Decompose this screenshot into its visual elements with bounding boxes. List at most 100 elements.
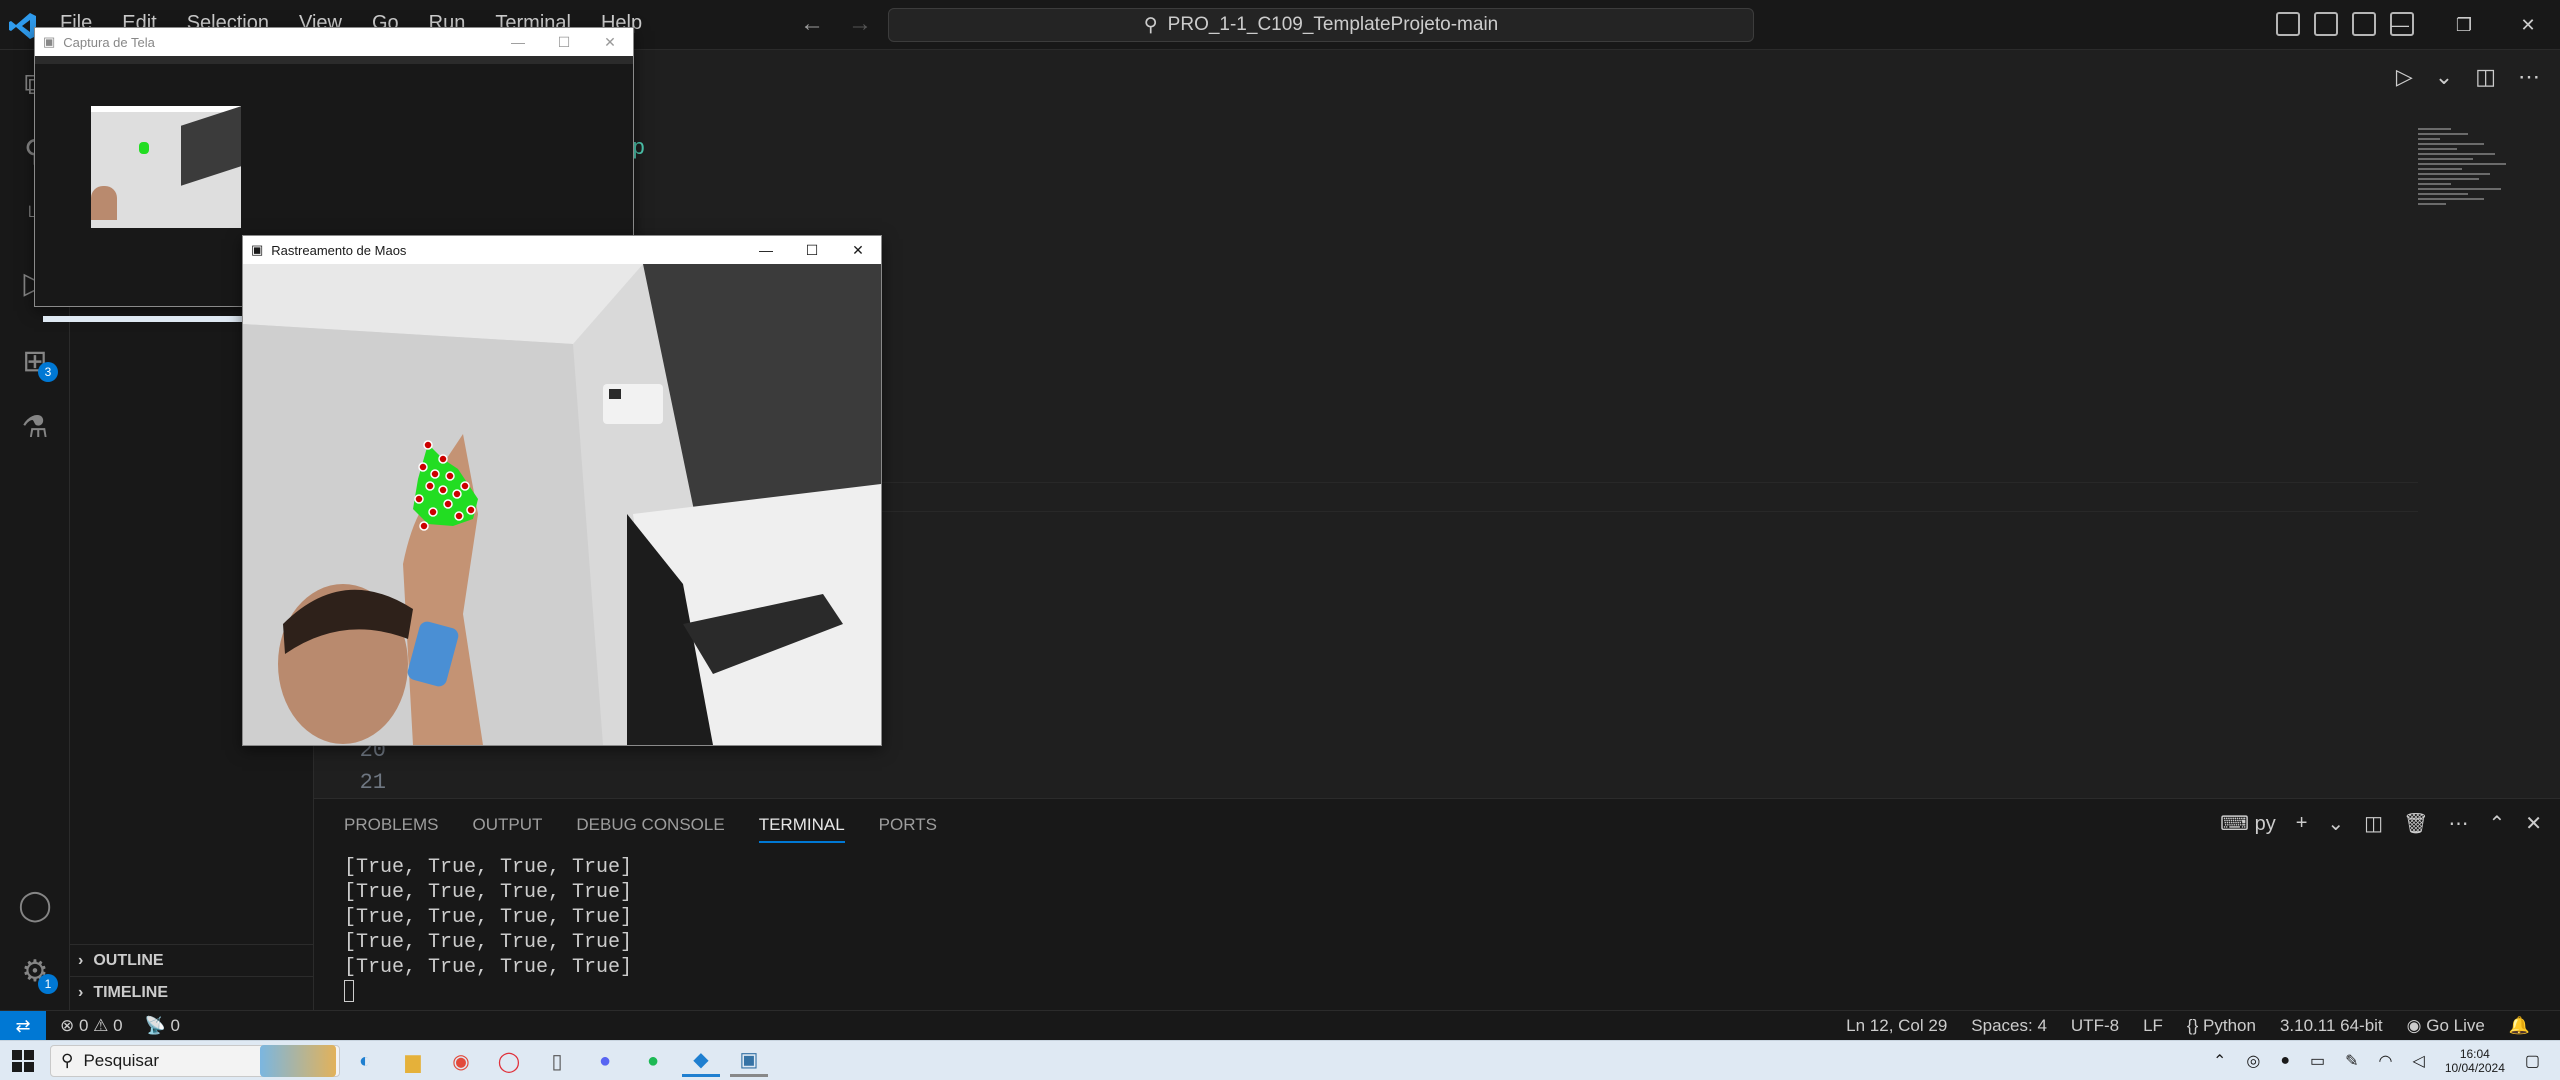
landmark-point xyxy=(414,494,424,504)
weather-widget[interactable] xyxy=(260,1045,336,1077)
system-tray: ⌃ ◎ ● ▭ ✎ ◠ ◁ 16:04 10/04/2024 ▢ xyxy=(2213,1047,2540,1075)
close-icon[interactable]: ✕ xyxy=(2496,0,2560,50)
status-bar: ⇄ ⊗ 0 ⚠ 0 📡 0 Ln 12, Col 29 Spaces: 4 UT… xyxy=(0,1010,2560,1041)
opera-icon[interactable]: ◯ xyxy=(490,1045,528,1077)
outline-section[interactable]: › OUTLINE xyxy=(70,944,314,976)
landmark-point xyxy=(419,521,429,531)
spotify-icon[interactable]: ● xyxy=(634,1045,672,1077)
broadcast-icon: ◉ xyxy=(2406,1016,2427,1035)
window-controls: — ❐ ✕ xyxy=(2368,0,2560,50)
run-python-icon[interactable]: ▷ xyxy=(2396,64,2413,90)
more-actions-icon[interactable]: ⋯ xyxy=(2448,811,2468,836)
error-icon: ⊗ xyxy=(60,1016,79,1035)
split-editor-icon[interactable]: ◫ xyxy=(2475,64,2496,90)
discord-icon[interactable]: ● xyxy=(586,1045,624,1077)
microphone-icon[interactable]: ● xyxy=(2280,1052,2290,1070)
command-center-search[interactable]: ⚲ PRO_1-1_C109_TemplateProjeto-main xyxy=(888,8,1754,42)
navigation-arrows: ← → xyxy=(800,10,872,38)
trash-icon[interactable]: 🗑 xyxy=(2403,811,2428,836)
window-title: Rastreamento de Maos xyxy=(271,242,407,258)
timeline-section[interactable]: › TIMELINE xyxy=(70,976,314,1008)
search-text: PRO_1-1_C109_TemplateProjeto-main xyxy=(1167,14,1499,35)
chrome-icon[interactable]: ◉ xyxy=(442,1045,480,1077)
tab-ports[interactable]: PORTS xyxy=(879,815,937,843)
testing-icon[interactable]: ⚗ xyxy=(14,406,56,448)
terminal-output[interactable]: [True, True, True, True] [True, True, Tr… xyxy=(344,855,632,1010)
webcam-feed xyxy=(243,264,881,745)
mouse-app-icon[interactable]: ▯ xyxy=(538,1045,576,1077)
file-explorer-icon[interactable]: ▆ xyxy=(394,1045,432,1077)
bottom-panel: PROBLEMS OUTPUT DEBUG CONSOLE TERMINAL P… xyxy=(314,798,2560,1010)
maximize-panel-icon[interactable]: ⌃ xyxy=(2488,811,2505,836)
window-title-bar: ▣ Rastreamento de Maos — ☐ ✕ xyxy=(243,236,881,264)
clock[interactable]: 16:04 10/04/2024 xyxy=(2445,1047,2505,1075)
python-app-icon[interactable]: ▣ xyxy=(730,1045,768,1077)
chevron-up-icon[interactable]: ⌃ xyxy=(2213,1051,2226,1071)
tab-problems[interactable]: PROBLEMS xyxy=(344,815,438,843)
minimize-icon[interactable]: — xyxy=(743,236,789,264)
toggle-panel-icon[interactable] xyxy=(2314,12,2338,36)
back-arrow-icon[interactable]: ← xyxy=(800,10,824,38)
landmark-point xyxy=(460,481,470,491)
restore-icon[interactable]: ❐ xyxy=(2432,0,2496,50)
webcam-icon[interactable]: ◎ xyxy=(2246,1051,2260,1071)
remote-indicator-icon[interactable]: ⇄ xyxy=(0,1011,46,1041)
tab-debug-console[interactable]: DEBUG CONSOLE xyxy=(576,815,724,843)
windows-start-icon[interactable] xyxy=(12,1050,34,1072)
pen-icon[interactable]: ✎ xyxy=(2345,1051,2358,1071)
window-buttons: — ☐ ✕ xyxy=(743,236,881,264)
preview-person-shape xyxy=(91,186,117,220)
minimap[interactable] xyxy=(2418,128,2528,258)
hand-tracking-window[interactable]: ▣ Rastreamento de Maos — ☐ ✕ xyxy=(242,235,882,746)
new-terminal-icon[interactable]: + xyxy=(2296,812,2308,835)
maximize-icon[interactable]: ☐ xyxy=(789,236,835,264)
minimize-icon[interactable]: — xyxy=(495,28,541,56)
terminal-line: [True, True, True, True] xyxy=(344,931,633,954)
close-icon[interactable]: ✕ xyxy=(835,236,881,264)
minimize-icon[interactable]: — xyxy=(2368,0,2432,50)
warning-count: 0 xyxy=(113,1016,123,1035)
ports-status[interactable]: 📡 0 xyxy=(145,1016,180,1036)
bell-icon[interactable]: 🔔 xyxy=(2509,1016,2530,1036)
language-mode[interactable]: {} Python xyxy=(2187,1016,2256,1036)
python-interpreter[interactable]: 3.10.11 64-bit xyxy=(2280,1016,2383,1036)
close-icon[interactable]: ✕ xyxy=(587,28,633,56)
end-of-line[interactable]: LF xyxy=(2143,1016,2163,1036)
warning-icon: ⚠ xyxy=(93,1016,114,1035)
vscode-taskbar-icon[interactable]: ◆ xyxy=(682,1045,720,1077)
broadcast-icon: 📡 xyxy=(144,1016,171,1035)
terminal-profile[interactable]: ⌨ py xyxy=(2220,811,2276,836)
status-right: Ln 12, Col 29 Spaces: 4 UTF-8 LF {} Pyth… xyxy=(1846,1016,2530,1036)
preview-titlebar xyxy=(35,56,633,64)
terminal-profile-label: py xyxy=(2254,813,2276,835)
battery-icon[interactable]: ▭ xyxy=(2310,1051,2325,1071)
close-panel-icon[interactable]: ✕ xyxy=(2525,811,2542,836)
wifi-icon[interactable]: ◠ xyxy=(2379,1051,2393,1071)
forward-arrow-icon[interactable]: → xyxy=(848,10,872,38)
maximize-icon[interactable]: ☐ xyxy=(541,28,587,56)
preview-taskbar xyxy=(43,316,273,322)
problems-status[interactable]: ⊗ 0 ⚠ 0 xyxy=(60,1016,123,1036)
cursor-position[interactable]: Ln 12, Col 29 xyxy=(1846,1016,1947,1036)
landmark-point xyxy=(454,511,464,521)
chevron-down-icon[interactable]: ⌄ xyxy=(2435,64,2453,90)
landmark-point xyxy=(423,440,433,450)
chevron-down-icon[interactable]: ⌄ xyxy=(2327,811,2344,836)
panel-tabs: PROBLEMS OUTPUT DEBUG CONSOLE TERMINAL P… xyxy=(344,815,937,843)
indentation[interactable]: Spaces: 4 xyxy=(1971,1016,2047,1036)
tab-output[interactable]: OUTPUT xyxy=(472,815,542,843)
encoding[interactable]: UTF-8 xyxy=(2071,1016,2119,1036)
edge-icon[interactable]: ◐ xyxy=(346,1045,384,1077)
notifications-icon[interactable]: ▢ xyxy=(2525,1051,2540,1071)
volume-icon[interactable]: ◁ xyxy=(2413,1051,2425,1071)
tab-terminal[interactable]: TERMINAL xyxy=(758,815,845,843)
terminal-line: [True, True, True, True] xyxy=(344,956,633,979)
split-terminal-icon[interactable]: ◫ xyxy=(2364,811,2383,836)
accounts-icon[interactable]: ◯ xyxy=(14,884,56,926)
toggle-primary-sidebar-icon[interactable] xyxy=(2276,12,2300,36)
more-actions-icon[interactable]: ⋯ xyxy=(2518,64,2540,90)
go-live-button[interactable]: ◉ Go Live xyxy=(2407,1016,2485,1036)
search-icon: ⚲ xyxy=(61,1051,74,1070)
landmark-point xyxy=(438,485,448,495)
landmark-point xyxy=(425,481,435,491)
